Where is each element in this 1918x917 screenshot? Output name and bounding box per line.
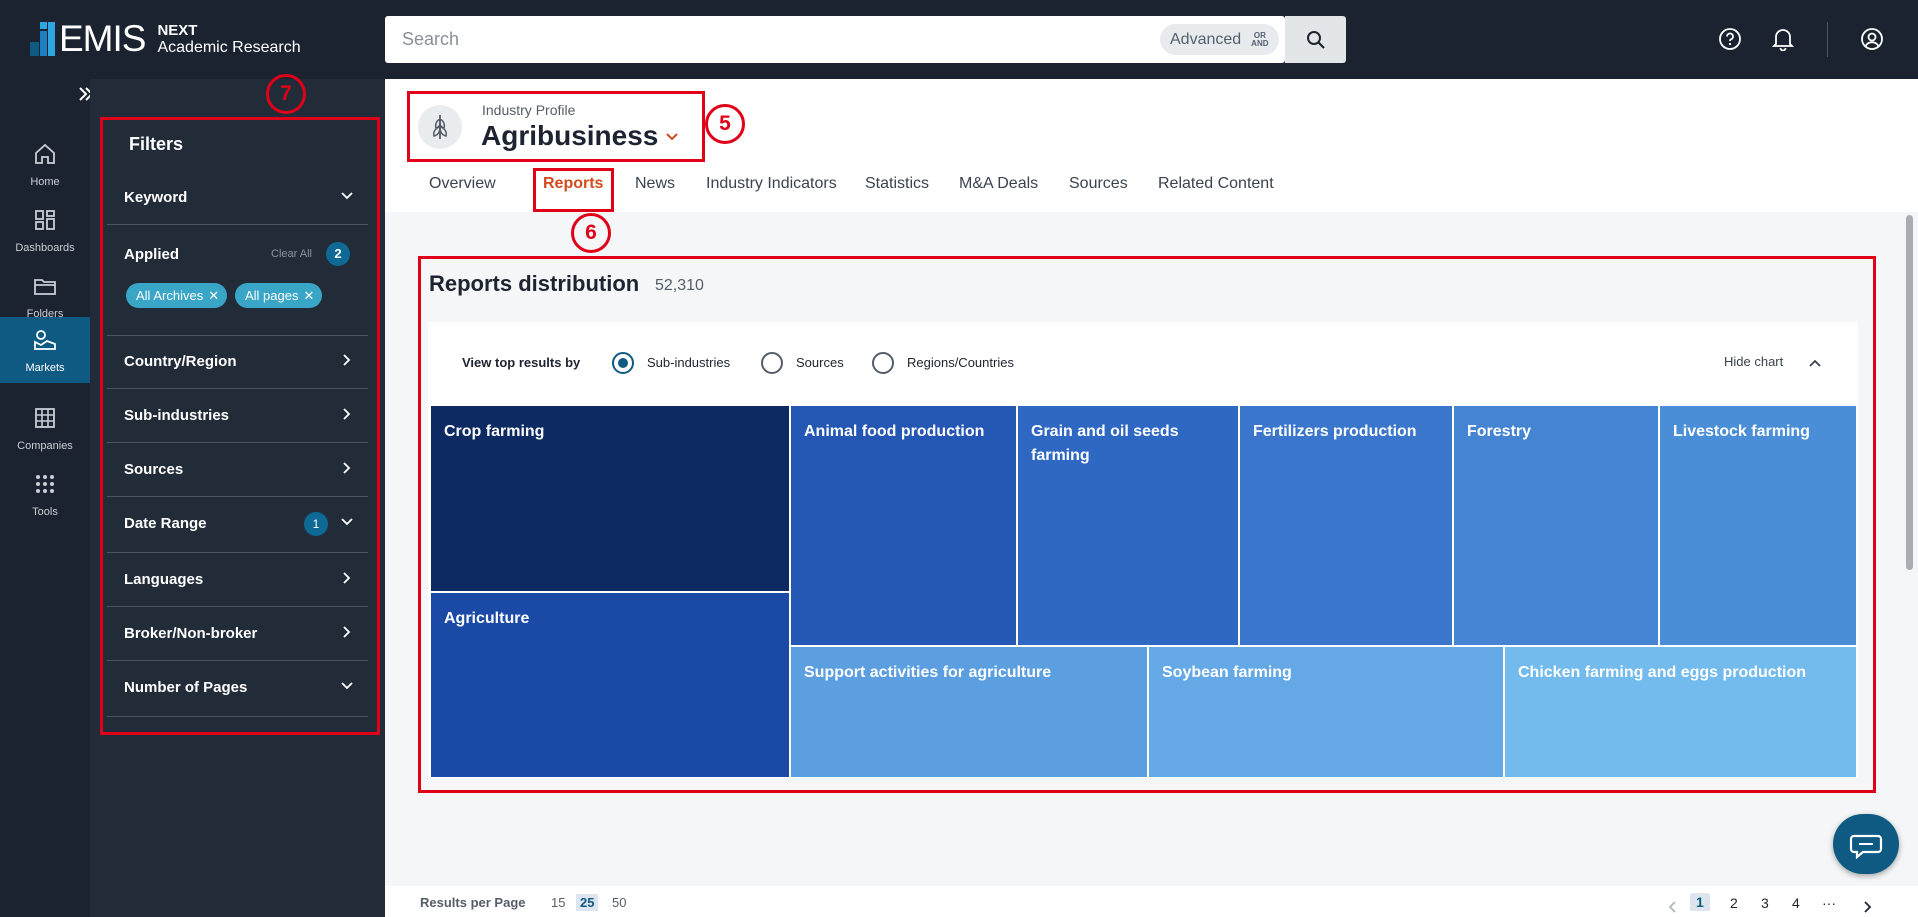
- search-button[interactable]: [1285, 16, 1346, 63]
- per-page-25[interactable]: 25: [576, 894, 599, 911]
- page-4[interactable]: 4: [1792, 895, 1800, 911]
- bell-icon: [1772, 29, 1794, 51]
- and-label: AND: [1251, 38, 1269, 48]
- home-icon: [35, 143, 55, 164]
- annotation-box-chart: [418, 256, 1876, 793]
- nav-home[interactable]: Home: [0, 131, 90, 197]
- pagination-ellipsis[interactable]: ···: [1822, 895, 1836, 911]
- annotation-marker-7: 7: [266, 74, 306, 114]
- logo-word: EMIS: [59, 18, 146, 59]
- page-1[interactable]: 1: [1690, 893, 1710, 911]
- scrollbar[interactable]: [1906, 215, 1913, 570]
- logo-line-academic: Academic Research: [157, 39, 301, 56]
- logo-line-next: NEXT: [157, 22, 198, 39]
- page-2[interactable]: 2: [1730, 895, 1738, 911]
- per-page-15[interactable]: 15: [551, 895, 565, 910]
- help-button[interactable]: [1717, 26, 1743, 52]
- advanced-search-button[interactable]: Advanced OR AND: [1160, 24, 1279, 55]
- search-input[interactable]: [402, 16, 1102, 63]
- annotation-marker-6: 6: [571, 213, 611, 253]
- header-separator: [1827, 22, 1828, 57]
- annotation-marker-5: 5: [705, 104, 745, 144]
- tab-related-content[interactable]: Related Content: [1158, 175, 1274, 193]
- or-and-icon: OR AND: [1251, 31, 1269, 48]
- logo-subtitle: NEXT Academic Research: [157, 22, 300, 56]
- nav-companies[interactable]: Companies: [0, 395, 90, 461]
- chat-icon: [1849, 834, 1883, 860]
- results-per-page-label: Results per Page: [420, 895, 526, 910]
- page-3[interactable]: 3: [1761, 895, 1769, 911]
- tab-industry-indicators[interactable]: Industry Indicators: [706, 175, 837, 193]
- nav-markets[interactable]: Markets: [0, 317, 90, 383]
- tools-grid-icon: [36, 475, 54, 493]
- annotation-box-filters: [100, 117, 380, 735]
- search-icon: [1306, 30, 1325, 49]
- tab-news[interactable]: News: [635, 175, 675, 193]
- chat-button[interactable]: [1833, 814, 1899, 874]
- user-icon: [1861, 28, 1883, 50]
- emis-logo[interactable]: EMIS NEXT Academic Research: [26, 18, 301, 59]
- markets-icon: [34, 330, 56, 350]
- tab-statistics[interactable]: Statistics: [865, 175, 929, 193]
- per-page-50[interactable]: 50: [612, 895, 626, 910]
- nav-markets-label: Markets: [25, 362, 65, 374]
- advanced-label: Advanced: [1170, 30, 1242, 48]
- annotation-box-industry: [407, 91, 705, 162]
- help-icon: [1719, 28, 1741, 50]
- dashboard-icon: [35, 210, 55, 230]
- tab-ma-deals[interactable]: M&A Deals: [959, 175, 1038, 193]
- search-bar: Advanced OR AND: [385, 16, 1285, 63]
- companies-icon: [35, 408, 55, 428]
- nav-home-label: Home: [30, 176, 60, 188]
- annotation-box-reports-tab: [533, 168, 614, 212]
- tab-overview[interactable]: Overview: [429, 175, 496, 193]
- nav-dashboards[interactable]: Dashboards: [0, 197, 90, 263]
- emis-logo-mark: [26, 22, 56, 56]
- nav-companies-label: Companies: [17, 440, 73, 452]
- account-button[interactable]: [1859, 26, 1885, 52]
- chevron-left-icon[interactable]: [1666, 900, 1678, 914]
- chevron-right-icon[interactable]: [1862, 900, 1874, 914]
- notifications-button[interactable]: [1770, 26, 1796, 52]
- nav-dashboards-label: Dashboards: [15, 242, 75, 254]
- nav-tools-label: Tools: [32, 506, 58, 518]
- tab-sources[interactable]: Sources: [1069, 175, 1128, 193]
- folder-icon: [34, 279, 56, 295]
- nav-tools[interactable]: Tools: [0, 461, 90, 527]
